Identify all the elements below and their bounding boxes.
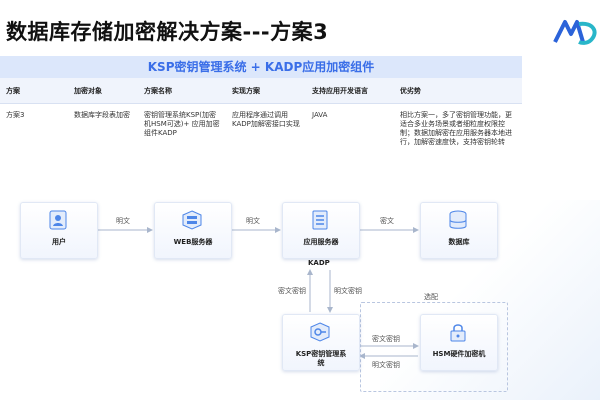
cell-target: 数据库字段表加密 — [74, 111, 130, 119]
edge-label-app-to-ksp: 明文密钥 — [334, 287, 362, 295]
node-app-server: 应用服务器 — [282, 202, 360, 259]
cell-implementation: 应用程序通过调用KADP加解密接口实现 — [232, 111, 300, 128]
edge-label-ksp-to-hsm: 密文密钥 — [372, 335, 400, 343]
node-ksp: KSP密钥管理系统 — [282, 314, 360, 371]
node-label: HSM硬件加密机 — [432, 350, 486, 358]
optional-label: 选配 — [424, 293, 438, 301]
key-management-icon — [310, 322, 330, 342]
node-label: WEB服务器 — [173, 238, 213, 246]
table-header-row: 方案 加密对象 方案名称 实现方案 支持应用开发语言 优劣势 — [0, 78, 522, 104]
cell-pros-cons: 相比方案一，多了密钥管理功能，更适合多业务场景或者细粒度权限控制；数据加解密在应… — [400, 111, 512, 146]
lock-icon — [450, 324, 466, 342]
node-user: 用户 — [20, 202, 98, 259]
node-database: 数据库 — [420, 202, 498, 259]
node-label: 应用服务器 — [303, 238, 339, 246]
node-label: KSP密钥管理系统 — [295, 350, 347, 367]
column-header: 实现方案 — [226, 78, 306, 104]
page-title: 数据库存储加密解决方案---方案3 — [6, 20, 329, 44]
kadp-label: KADP — [308, 259, 330, 267]
node-label: 数据库 — [448, 238, 470, 246]
cell-plan: 方案3 — [6, 111, 25, 119]
server-icon — [182, 210, 202, 230]
database-icon — [449, 210, 467, 229]
edge-label-user-web: 明文 — [116, 217, 130, 225]
column-header: 方案 — [0, 78, 68, 104]
node-label: 用户 — [52, 238, 66, 246]
node-web-server: WEB服务器 — [154, 202, 232, 259]
brand-logo-icon — [553, 20, 597, 45]
architecture-diagram: 选配 用户 WEB服务器 应用服务器 KADP 数据库 KSP密钥管理系统 HS… — [0, 178, 522, 400]
solution-table: 方案 加密对象 方案名称 实现方案 支持应用开发语言 优劣势 方案3 数据库字段… — [0, 78, 522, 161]
edge-label-ksp-to-app: 密文密钥 — [278, 287, 306, 295]
column-header: 方案名称 — [138, 78, 226, 104]
column-header: 支持应用开发语言 — [306, 78, 394, 104]
edge-label-hsm-to-ksp: 明文密钥 — [372, 361, 400, 369]
edge-label-app-db: 密文 — [380, 217, 394, 225]
user-icon — [49, 210, 67, 230]
solution-banner: KSP密钥管理系统 + KADP应用加密组件 — [0, 56, 522, 78]
column-header: 加密对象 — [68, 78, 138, 104]
column-header: 优劣势 — [394, 78, 522, 104]
node-hsm: HSM硬件加密机 — [420, 314, 498, 371]
server-icon — [312, 210, 328, 230]
cell-language: JAVA — [312, 111, 328, 119]
table-row: 方案3 数据库字段表加密 密钥管理系统KSP(加密机HSM可选)+ 应用加密组件… — [0, 104, 522, 162]
edge-label-web-app: 明文 — [246, 217, 260, 225]
cell-name: 密钥管理系统KSP(加密机HSM可选)+ 应用加密组件KADP — [144, 111, 220, 137]
